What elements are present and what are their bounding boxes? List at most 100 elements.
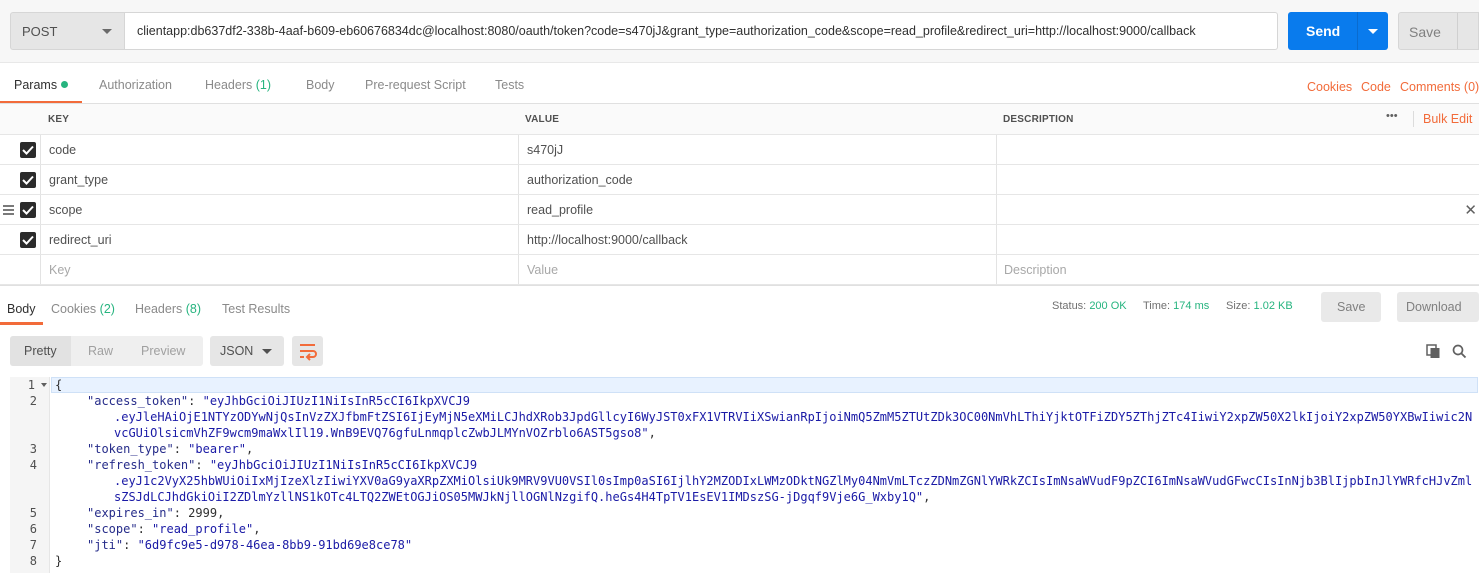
method-select[interactable]: POST <box>10 12 125 50</box>
json-string: "read_profile" <box>152 522 254 536</box>
table-row: code s470jJ <box>0 135 1479 165</box>
check-icon <box>22 145 34 155</box>
size-label: Size: <box>1226 300 1251 312</box>
time-info: Time: 174 ms <box>1143 300 1209 312</box>
json-number: 2999 <box>188 506 218 520</box>
response-tab-underline <box>0 322 43 325</box>
delete-param-close-icon[interactable]: ✕ <box>1464 201 1477 219</box>
fold-arrow-icon[interactable] <box>41 383 47 387</box>
copy-icon[interactable] <box>1426 344 1441 359</box>
param-enabled-checkbox[interactable] <box>20 232 36 248</box>
json-key: "refresh_token" <box>87 458 196 472</box>
tab-authorization[interactable]: Authorization <box>99 78 172 92</box>
tab-headers-label: Headers <box>205 78 253 92</box>
code-line-open-brace: { <box>55 378 63 392</box>
params-active-dot <box>61 81 69 88</box>
new-description-input[interactable]: Description <box>1004 263 1067 277</box>
param-key[interactable]: code <box>49 143 76 157</box>
code-line-refresh-token-end: sZSJdLCJhdGkiOiI2ZDlmYzllNS1kOTc4LTQ2ZWE… <box>114 490 931 504</box>
tab-response-headers-count: (8) <box>185 302 202 316</box>
json-key: "access_token" <box>87 394 189 408</box>
param-enabled-checkbox[interactable] <box>20 202 36 218</box>
tab-response-headers-label: Headers <box>135 302 183 316</box>
comments-link[interactable]: Comments (0) <box>1400 80 1479 94</box>
status-value: 200 OK <box>1089 300 1127 312</box>
code-line-refresh-token: "refresh_token": "eyJhbGciOiJIUzI1NiIsIn… <box>87 458 478 472</box>
response-body-editor[interactable]: 1 2 3 4 5 6 7 8 { "access_token": "eyJhb… <box>10 377 1479 573</box>
view-preview-button[interactable]: Preview <box>141 344 185 358</box>
send-divider <box>1357 12 1358 50</box>
tab-response-cookies[interactable]: Cookies (2) <box>51 302 115 316</box>
chevron-down-icon <box>102 29 112 34</box>
size-value: 1.02 KB <box>1253 300 1293 312</box>
view-raw-button[interactable]: Raw <box>88 344 113 358</box>
format-label: JSON <box>220 344 254 358</box>
param-value[interactable]: authorization_code <box>527 173 633 187</box>
save-response-button[interactable]: Save <box>1321 292 1381 322</box>
tab-params[interactable]: Params <box>14 78 69 92</box>
tab-response-headers[interactable]: Headers (8) <box>135 302 201 316</box>
tab-prerequest-script[interactable]: Pre-request Script <box>365 78 466 92</box>
code-line-token-type: "token_type": "bearer", <box>87 442 254 456</box>
table-row: scope read_profile ✕ <box>0 195 1479 225</box>
request-bar: POST clientapp:db637df2-338b-4aaf-b609-e… <box>0 0 1479 62</box>
param-key[interactable]: redirect_uri <box>49 233 112 247</box>
code-line-jti: "jti": "6d9fc9e5-d978-46ea-8bb9-91bd69e8… <box>87 538 413 552</box>
url-input[interactable]: clientapp:db637df2-338b-4aaf-b609-eb6067… <box>125 12 1278 50</box>
method-label: POST <box>22 24 58 39</box>
json-string: "bearer" <box>188 442 246 456</box>
wrap-lines-button[interactable] <box>292 336 323 366</box>
more-options-icon[interactable]: ••• <box>1386 110 1398 122</box>
param-key[interactable]: grant_type <box>49 173 108 187</box>
param-key[interactable]: scope <box>49 203 82 217</box>
tab-response-cookies-count: (2) <box>99 302 115 316</box>
tab-test-results[interactable]: Test Results <box>222 302 290 316</box>
cookies-link[interactable]: Cookies <box>1307 80 1352 94</box>
json-key: "jti" <box>87 538 124 552</box>
line-number: 8 <box>29 554 37 568</box>
line-number: 7 <box>29 538 37 552</box>
param-value[interactable]: s470jJ <box>527 143 563 157</box>
save-request-label: Save <box>1409 24 1441 40</box>
line-number-gutter: 1 2 3 4 5 6 7 8 <box>10 377 50 573</box>
download-label: Download <box>1406 300 1462 314</box>
active-line-highlight <box>51 377 1478 393</box>
status-label: Status: <box>1052 300 1087 312</box>
view-mode-toggle: Pretty Raw Preview <box>10 336 203 366</box>
header-key: KEY <box>48 114 70 125</box>
code-link[interactable]: Code <box>1361 80 1391 94</box>
code-line-expires-in: "expires_in": 2999, <box>87 506 225 520</box>
header-description: DESCRIPTION <box>1003 114 1074 125</box>
json-key: "token_type" <box>87 442 174 456</box>
tab-headers[interactable]: Headers (1) <box>205 78 271 92</box>
json-string: vcGUiOlsicmVhZF9wcm9maWxlIl19.WnB9EVQ76g… <box>114 426 649 440</box>
new-value-input[interactable]: Value <box>527 263 558 277</box>
format-select[interactable]: JSON <box>210 336 284 366</box>
table-row: redirect_uri http://localhost:9000/callb… <box>0 225 1479 255</box>
code-line-refresh-token-cont: .eyJ1c2VyX25hbWUiOiIxMjIzeXlzIiwiYXV0aG9… <box>114 474 1473 488</box>
tab-response-body[interactable]: Body <box>7 302 36 316</box>
download-button[interactable]: Download <box>1397 292 1479 322</box>
search-icon[interactable] <box>1452 344 1467 359</box>
table-row-new: Key Value Description <box>0 255 1479 285</box>
tab-tests[interactable]: Tests <box>495 78 524 92</box>
param-value[interactable]: read_profile <box>527 203 593 217</box>
param-value[interactable]: http://localhost:9000/callback <box>527 233 688 247</box>
json-string: sZSJdLCJhdGkiOiI2ZDlmYzllNS1kOTc4LTQ2ZWE… <box>114 490 924 504</box>
send-options-chevron-icon[interactable] <box>1368 29 1378 34</box>
line-number: 1 <box>27 378 35 392</box>
new-key-input[interactable]: Key <box>49 263 71 277</box>
header-value: VALUE <box>525 114 560 125</box>
tab-body[interactable]: Body <box>306 78 335 92</box>
bulk-edit-link[interactable]: Bulk Edit <box>1423 112 1472 126</box>
drag-handle-icon[interactable] <box>3 205 14 215</box>
param-enabled-checkbox[interactable] <box>20 172 36 188</box>
save-request-button[interactable]: Save <box>1398 12 1479 50</box>
table-row: grant_type authorization_code <box>0 165 1479 195</box>
send-button[interactable]: Send <box>1288 12 1388 50</box>
view-pretty-button[interactable]: Pretty <box>24 344 57 358</box>
param-enabled-checkbox[interactable] <box>20 142 36 158</box>
json-string: "eyJhbGciOiJIUzI1NiIsInR5cCI6IkpXVCJ9 <box>202 394 470 408</box>
code-line-close-brace: } <box>55 554 63 568</box>
params-header-row: KEY VALUE DESCRIPTION ••• Bulk Edit <box>0 104 1479 135</box>
